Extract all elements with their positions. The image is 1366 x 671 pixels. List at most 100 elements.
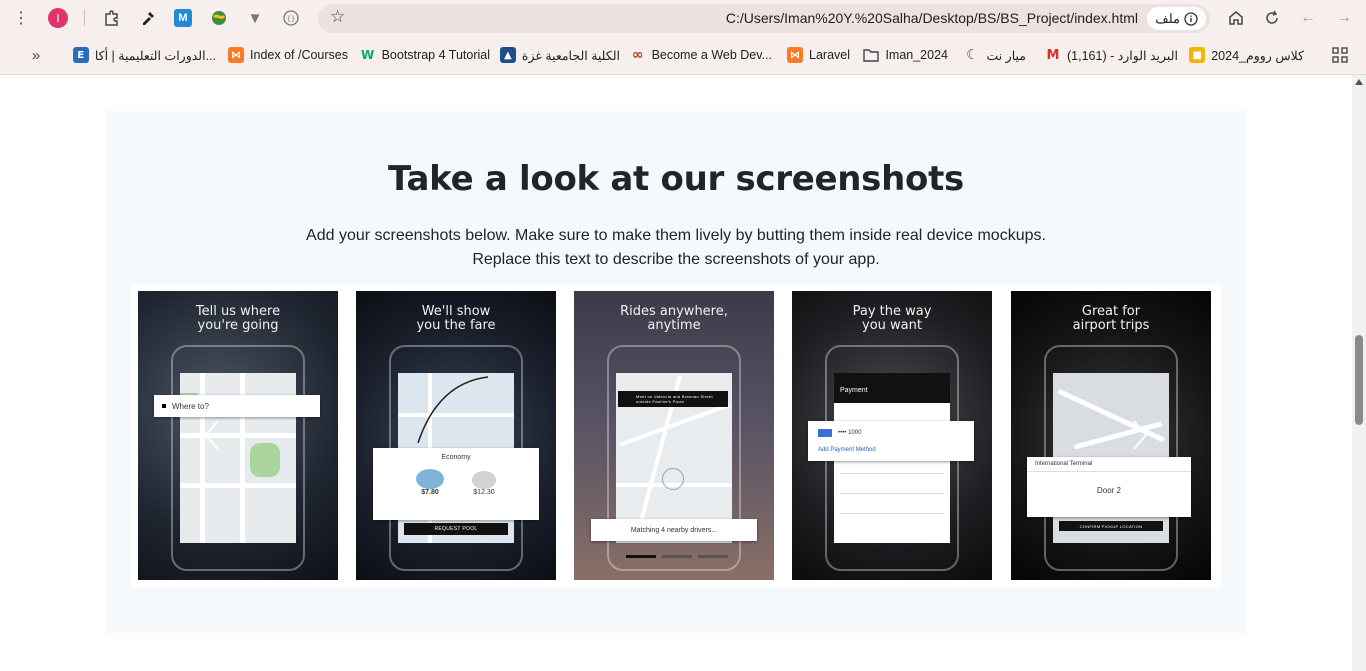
caption-line: Rides anywhere,	[620, 304, 728, 319]
route-line	[417, 376, 489, 444]
extensions-icon[interactable]	[99, 5, 125, 31]
bookmark-mayar-net[interactable]: ☾ ميار نت	[964, 46, 1026, 64]
status-text: Matching 4 nearby drivers...	[630, 526, 718, 534]
overlay-text: Economy	[441, 454, 471, 461]
bookmark-courses-academy[interactable]: E الدورات التعليمية | أكا...	[72, 46, 216, 64]
payment-card: •••• 1000 Add Payment Method	[808, 421, 974, 461]
payment-header: Payment	[834, 373, 950, 403]
bookmark-iman-folder[interactable]: Iman_2024	[863, 46, 948, 64]
bookmark-college[interactable]: ▲ الكلية الجامعية غزة	[499, 46, 620, 64]
url-text[interactable]: C:/Users/Iman%20Y.%20Salha/Desktop/BS/BS…	[726, 10, 1138, 26]
info-icon	[1184, 11, 1198, 26]
caption-line: you're going	[197, 318, 279, 333]
page-scrollbar[interactable]	[1352, 75, 1366, 671]
bookmark-index-courses[interactable]: ⋈ Index of /Courses	[228, 46, 348, 64]
door-option: Door 2	[1096, 486, 1121, 495]
forward-icon[interactable]: →	[1331, 5, 1357, 31]
back-icon[interactable]: ←	[1295, 5, 1321, 31]
overlay-text: Where to?	[172, 401, 209, 411]
caption-line: Tell us where	[195, 304, 281, 319]
bookmark-web-dev[interactable]: ∞ Become a Web Dev...	[630, 46, 772, 64]
extension-m-icon[interactable]: M	[174, 9, 192, 27]
bookmark-classroom[interactable]: ■ كلاس رووم_2024	[1189, 46, 1304, 64]
screenshot-card: Rides anywhere, anytime Meet on Valencia…	[574, 291, 774, 580]
where-to-card: Where to?	[154, 395, 320, 417]
pickup-radius	[662, 468, 684, 490]
bookmark-label: الدورات التعليمية | أكا...	[94, 48, 216, 63]
reload-icon[interactable]	[1259, 5, 1285, 31]
menu-icon[interactable]: ⋮	[8, 5, 34, 31]
carousel-next-button[interactable]	[1127, 413, 1153, 457]
page-indicator	[662, 555, 692, 558]
home-icon[interactable]	[1223, 5, 1249, 31]
caption-line: you want	[862, 318, 922, 333]
apps-grid-icon[interactable]	[1327, 42, 1353, 68]
classroom-icon: ■	[1189, 47, 1206, 63]
overlay-text: Meet on Valencia and Brannan Street outs…	[636, 394, 713, 404]
screenshot-caption: Great for airport trips	[1011, 305, 1211, 333]
chevron-right-icon	[1133, 420, 1148, 450]
caption-line: anytime	[647, 318, 701, 333]
description-line-1: Add your screenshots below. Make sure to…	[306, 227, 1046, 244]
svg-text:{}: {}	[287, 15, 295, 23]
toolbar-divider	[84, 10, 85, 26]
screenshot-caption: Pay the way you want	[792, 305, 992, 333]
screenshot-caption: Rides anywhere, anytime	[574, 305, 774, 333]
card-number: •••• 1000	[838, 430, 862, 436]
profile-avatar[interactable]: I	[48, 8, 68, 28]
bookmarks-bar: ■ كلاس رووم_2024 M البريد الوارد - (1,16…	[0, 36, 1366, 75]
caption-line: Pay the way	[852, 304, 932, 319]
scroll-up-arrow-icon[interactable]	[1355, 79, 1363, 85]
eyedropper-extension-icon[interactable]	[139, 9, 157, 27]
carousel-prev-button[interactable]	[199, 413, 225, 457]
screenshots-section: Take a look at our screenshots Add your …	[106, 111, 1246, 633]
extension-v-icon[interactable]: ▼	[246, 9, 264, 27]
bookmark-label: ميار نت	[986, 48, 1026, 63]
browser-toolbar: ⋮ I M ▼ {} ☆ C:/Users/Iman%20Y.%20Salha/…	[0, 0, 1366, 36]
bookmark-label: Iman_2024	[885, 48, 948, 62]
bookmark-bootstrap[interactable]: W Bootstrap 4 Tutorial	[360, 46, 490, 64]
bookmark-label: Bootstrap 4 Tutorial	[381, 48, 490, 62]
card-icon	[818, 429, 832, 437]
pickup-banner: Meet on Valencia and Brannan Street outs…	[618, 391, 728, 407]
page-viewport: Take a look at our screenshots Add your …	[0, 75, 1352, 671]
confirm-pickup-button: CONFIRM PICKUP LOCATION	[1059, 521, 1163, 531]
screenshot-carousel: Tell us where you're going Where to? We'…	[131, 285, 1221, 587]
request-button: REQUEST POOL	[404, 523, 508, 535]
extension-globe-icon[interactable]	[210, 9, 228, 27]
caption-line: you the fare	[416, 318, 496, 333]
bookmark-gmail[interactable]: M البريد الوارد - (1,161)	[1045, 46, 1178, 64]
bookmark-label: كلاس رووم_2024	[1211, 48, 1304, 63]
screenshot-card: We'll show you the fare Economy $7.80 $1…	[356, 291, 556, 580]
address-bar[interactable]: ☆ C:/Users/Iman%20Y.%20Salha/Desktop/BS/…	[318, 4, 1210, 33]
scrollbar-thumb[interactable]	[1355, 335, 1363, 425]
page-indicator	[626, 555, 656, 558]
bookmark-label: Become a Web Dev...	[651, 48, 772, 62]
bookmark-laravel[interactable]: ⋈ Laravel	[787, 46, 850, 64]
section-description: Add your screenshots below. Make sure to…	[106, 224, 1246, 272]
xampp-icon: ⋈	[228, 47, 245, 63]
crescent-icon: ☾	[966, 47, 979, 63]
bookmark-star-icon[interactable]: ☆	[330, 7, 345, 27]
folder-icon	[863, 47, 880, 63]
e-icon: E	[72, 47, 89, 63]
bookmark-label: البريد الوارد - (1,161)	[1066, 48, 1178, 63]
extension-code-icon[interactable]: {}	[282, 9, 300, 27]
bookmark-label: الكلية الجامعية غزة	[521, 48, 620, 63]
w3-icon: W	[360, 48, 375, 62]
site-info-chip[interactable]: ملف	[1147, 7, 1206, 30]
price-text: $7.80	[421, 489, 439, 496]
more-bookmarks-icon[interactable]: »	[23, 42, 49, 68]
phone-mockup	[171, 345, 305, 571]
screenshot-caption: Tell us where you're going	[138, 305, 338, 333]
page-indicator	[698, 555, 728, 558]
terminal-card: International Terminal Door 2	[1027, 457, 1191, 517]
screenshot-card: Great for airport trips International Te…	[1011, 291, 1211, 580]
screenshot-card: Tell us where you're going Where to?	[138, 291, 338, 580]
gmail-icon: M	[1046, 47, 1060, 63]
udemy-icon: ∞	[631, 47, 644, 63]
overlay-text: International Terminal	[1027, 457, 1191, 472]
car-icon	[472, 471, 496, 489]
caption-line: We'll show	[421, 304, 491, 319]
screenshot-caption: We'll show you the fare	[356, 305, 556, 333]
